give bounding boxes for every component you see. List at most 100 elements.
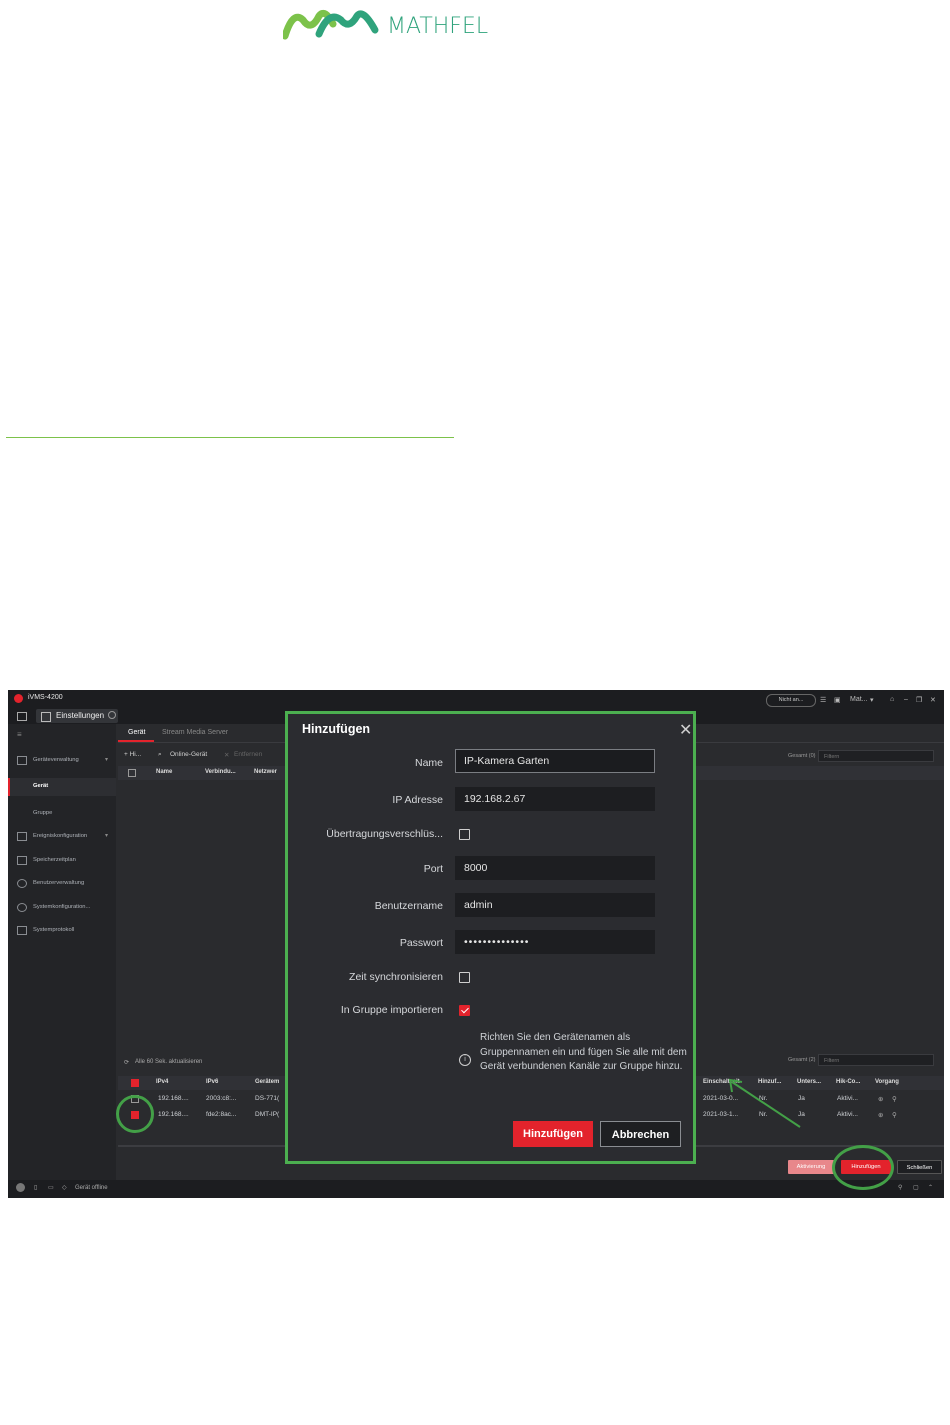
sidebar-item-label: Systemprotokoll (33, 927, 75, 933)
app-window: iVMS-4200 Nicht an... ☰ ▣ Mat... ▾ ⌂ – ❐… (8, 690, 944, 1198)
import-group-label: In Gruppe importieren (340, 1004, 443, 1016)
user-icon (17, 879, 27, 888)
tab-settings[interactable]: Einstellungen (36, 709, 118, 723)
list-icon[interactable]: ☰ (820, 696, 826, 704)
sidebar-item-system-log[interactable]: Systemprotokoll (8, 922, 116, 940)
sidebar-item-label: Gerät (33, 783, 49, 789)
chevron-down-icon[interactable]: ▾ (870, 696, 874, 704)
sidebar-item-event-config[interactable]: Ereigniskonfiguration ▾ (8, 828, 116, 846)
timesync-checkbox[interactable] (459, 972, 470, 983)
device-icon (17, 756, 27, 765)
delete-button[interactable]: Entfernen (234, 751, 262, 758)
name-field[interactable]: IP-Kamera Garten (455, 749, 655, 773)
globe-icon[interactable]: ⊕ (878, 1111, 883, 1119)
sidebar-item-storage-schedule[interactable]: Speicherzeitplan (8, 852, 116, 870)
minimize-icon[interactable]: – (904, 696, 908, 703)
active-tab-underline (118, 740, 154, 742)
cloud-status[interactable]: Nicht an... (766, 694, 816, 707)
key-icon[interactable]: ⚲ (892, 1111, 897, 1119)
annotation-arrow (728, 1078, 801, 1128)
pin-icon[interactable]: ⚲ (898, 1184, 902, 1191)
select-all-checkbox[interactable] (131, 1079, 139, 1087)
checkbox-highlight (116, 1095, 154, 1133)
ip-address-field[interactable]: 192.168.2.67 (455, 787, 655, 811)
close-window-icon[interactable]: ✕ (930, 696, 936, 704)
activate-button[interactable]: Aktivierung (788, 1160, 834, 1174)
restore-icon[interactable]: ❐ (916, 696, 922, 704)
close-tab-icon[interactable] (108, 711, 116, 719)
username-field[interactable]: admin (455, 893, 655, 917)
add-device-button[interactable]: + Hi... (124, 751, 141, 758)
col-name[interactable]: Name (156, 769, 172, 775)
total-count: Gesamt (0) (788, 753, 816, 759)
col-model[interactable]: Gerätem (255, 1079, 279, 1085)
globe-icon[interactable]: ⊕ (878, 1095, 883, 1103)
username-label: Benutzername (374, 900, 443, 912)
password-field[interactable]: •••••••••••••• (455, 930, 655, 954)
refresh-icon[interactable]: ⟳ (124, 1059, 129, 1066)
cell-model: DS-771( (255, 1095, 280, 1102)
timesync-label: Zeit synchronisieren (349, 971, 443, 983)
collapse-menu-icon[interactable]: ≡ (17, 730, 22, 739)
tab-device[interactable]: Gerät (128, 729, 146, 736)
chevron-down-icon: ▾ (105, 757, 109, 763)
col-connection[interactable]: Verbindu... (205, 769, 236, 775)
close-icon[interactable]: ✕ (679, 720, 692, 740)
col-network[interactable]: Netzwer (254, 769, 277, 775)
sidebar-item-device-management[interactable]: Geräteverwaltung ▾ (8, 752, 116, 770)
cell-hik-connect: Aktivi... (837, 1095, 858, 1102)
calendar-icon[interactable]: ▣ (834, 696, 841, 704)
key-icon[interactable]: ⚲ (892, 1095, 897, 1103)
close-button[interactable]: Schließen (897, 1160, 942, 1174)
event-icon (17, 832, 27, 841)
cell-model: DMT-IP( (255, 1111, 280, 1118)
online-device-button[interactable]: Online-Gerät (170, 751, 207, 758)
col-ipv6[interactable]: IPv6 (206, 1079, 218, 1085)
refresh-label: Alle 60 Sek. aktualisieren (135, 1059, 203, 1065)
encryption-label: Übertragungsverschlüs... (326, 828, 443, 840)
select-all-checkbox[interactable] (128, 769, 136, 777)
tab-settings-label: Einstellungen (56, 711, 105, 720)
sidebar-item-label: Ereigniskonfiguration (33, 833, 88, 839)
alarm-icon[interactable] (16, 1183, 25, 1192)
info-icon: i (459, 1054, 471, 1066)
active-indicator (8, 778, 10, 796)
brand-mark-icon (281, 9, 379, 40)
filter-input[interactable]: Filtern (818, 750, 934, 762)
add-button-highlight (832, 1145, 894, 1190)
tab-stream-media-server[interactable]: Stream Media Server (162, 729, 228, 736)
dialog-add-button[interactable]: Hinzufügen (513, 1121, 593, 1147)
monitor-icon[interactable]: ▭ (48, 1184, 54, 1191)
info-text: Richten Sie den Gerätenamen als Gruppenn… (480, 1032, 687, 1072)
port-label: Port (423, 863, 443, 875)
sidebar: ≡ Geräteverwaltung ▾ Gerät Gruppe Ereign… (8, 724, 116, 1180)
app-logo-icon (14, 694, 23, 703)
filter-input-online[interactable]: Filtern (818, 1054, 934, 1066)
col-operation[interactable]: Vorgang (875, 1079, 899, 1085)
encryption-checkbox[interactable] (459, 829, 470, 840)
sidebar-item-user-management[interactable]: Benutzerverwaltung (8, 875, 116, 893)
brand-logo: MATHFEL (281, 6, 503, 46)
port-field[interactable]: 8000 (455, 856, 655, 880)
sidebar-item-group[interactable]: Gruppe (8, 805, 116, 823)
user-menu[interactable]: Mat... (850, 696, 868, 703)
lock-icon[interactable]: ⌂ (890, 696, 894, 703)
col-hik-connect[interactable]: Hik-Co... (836, 1079, 860, 1085)
dialog-cancel-button[interactable]: Abbrechen (600, 1121, 681, 1147)
search-icon[interactable]: ⌕ (158, 751, 162, 759)
sidebar-item-device[interactable]: Gerät (8, 778, 116, 796)
total-count-online: Gesamt (2) (788, 1057, 816, 1063)
sidebar-item-system-config[interactable]: Systemkonfiguration... (8, 899, 116, 917)
window-icon[interactable]: ▢ (913, 1184, 919, 1191)
device-status-icon: ◇ (62, 1185, 67, 1191)
control-panel-icon[interactable] (17, 712, 27, 721)
col-ipv4[interactable]: IPv4 (156, 1079, 168, 1085)
cell-ipv6: 2003:c8:... (206, 1095, 237, 1102)
import-group-checkbox[interactable] (459, 1005, 470, 1016)
chevron-up-icon[interactable]: ⌃ (928, 1184, 933, 1191)
cell-ipv4: 192.168.... (158, 1111, 189, 1118)
gear-icon (17, 903, 27, 912)
lock-icon[interactable]: ▯ (34, 1184, 37, 1191)
status-bar: ▯ ▭ ◇ Gerät offline ⚲ ▢ ⌃ (8, 1180, 944, 1198)
password-label: Passwort (399, 937, 443, 949)
